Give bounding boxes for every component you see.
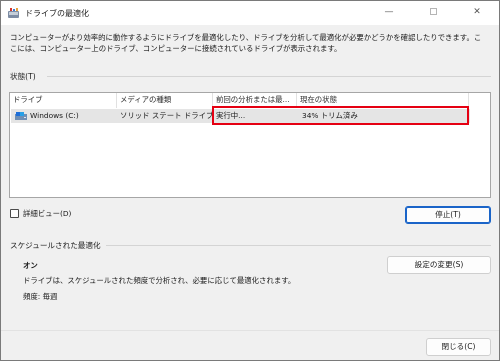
schedule-frequency: 頻度: 毎週 — [23, 292, 58, 301]
window-title: ドライブの最適化 — [25, 9, 89, 18]
media-type: ソリッド ステート ドライブ — [120, 111, 214, 120]
optimize-drives-window: ドライブの最適化 — ✕ コンピューターがより効率的に動作するようにドライブを最… — [0, 0, 500, 361]
schedule-divider — [106, 245, 491, 246]
status-section-label: 状態(T) — [10, 72, 36, 81]
description-text: コンピューターがより効率的に動作するようにドライブを最適化したり、ドライブを分析… — [10, 33, 482, 53]
minimize-button[interactable]: — — [367, 1, 411, 25]
maximize-icon — [429, 8, 437, 15]
detail-view-label[interactable]: 詳細ビュー(D) — [23, 208, 71, 219]
column-header-media-type[interactable]: メディアの種類 — [117, 93, 213, 108]
schedule-description: ドライブは、スケジュールされた頻度で分析され、必要に応じて最適化されます。 — [23, 276, 296, 285]
stop-button[interactable]: 停止(T) — [405, 206, 491, 224]
status-divider — [47, 76, 491, 77]
close-window-button[interactable]: ✕ — [455, 1, 499, 25]
defrag-app-icon — [8, 8, 19, 18]
close-button[interactable]: 閉じる(C) — [426, 338, 491, 356]
detail-view-checkbox[interactable] — [10, 209, 19, 218]
schedule-state: オン — [23, 261, 38, 270]
highlight-box — [212, 106, 469, 125]
drive-icon — [15, 112, 27, 120]
change-settings-button[interactable]: 設定の変更(S) — [387, 256, 491, 274]
maximize-button[interactable] — [411, 1, 455, 25]
close-icon: ✕ — [473, 7, 481, 17]
minimize-icon: — — [384, 7, 394, 17]
bottom-bar: 閉じる(C) — [1, 330, 499, 360]
drive-name: Windows (C:) — [30, 111, 79, 120]
title-bar: ドライブの最適化 — ✕ — [1, 1, 499, 25]
schedule-section-label: スケジュールされた最適化 — [10, 241, 101, 250]
column-header-drive[interactable]: ドライブ — [10, 93, 117, 108]
dialog-content: コンピューターがより効率的に動作するようにドライブを最適化したり、ドライブを分析… — [1, 25, 499, 330]
